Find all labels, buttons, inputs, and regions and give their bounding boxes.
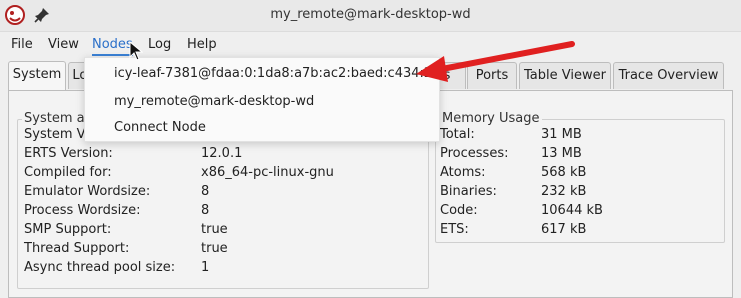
- menu-nodes[interactable]: Nodes: [92, 37, 133, 56]
- row-label: SMP Support:: [24, 222, 112, 237]
- row-value: 1: [201, 260, 210, 275]
- row-label: Async thread pool size:: [24, 260, 176, 275]
- row-value: true: [201, 241, 228, 256]
- memory-usage-group: Memory Usage Total: 31 MB Processes: 13 …: [435, 111, 725, 243]
- row-label: Total:: [440, 127, 475, 142]
- menu-bar: File View Nodes Log Help: [0, 32, 741, 58]
- row-label: Compiled for:: [24, 165, 112, 180]
- row-value: 568 kB: [541, 165, 587, 180]
- row-value: 8: [201, 203, 210, 218]
- row-value: 232 kB: [541, 184, 587, 199]
- group-title: Memory Usage: [440, 111, 542, 126]
- node-item-icy-leaf[interactable]: icy-leaf-7381@fdaa:0:1da8:a7b:ac2:baed:c…: [114, 66, 432, 81]
- row-label: ETS:: [440, 222, 469, 237]
- row-value: 617 kB: [541, 222, 587, 237]
- nodes-dropdown: icy-leaf-7381@fdaa:0:1da8:a7b:ac2:baed:c…: [84, 57, 440, 142]
- title-bar: my_remote@mark-desktop-wd: [0, 0, 741, 32]
- annotation-arrow-icon: [416, 41, 575, 82]
- tab-trace-overview[interactable]: Trace Overview: [613, 62, 724, 89]
- arrow-head: [416, 56, 448, 82]
- row-value: 12.0.1: [201, 146, 243, 161]
- row-label: Processes:: [440, 146, 509, 161]
- menu-file[interactable]: File: [11, 37, 33, 52]
- window-title: my_remote@mark-desktop-wd: [270, 7, 471, 22]
- tab-system[interactable]: System: [8, 61, 66, 90]
- menu-log[interactable]: Log: [148, 37, 171, 52]
- node-item-my-remote[interactable]: my_remote@mark-desktop-wd: [114, 94, 314, 109]
- row-value: 10644 kB: [541, 203, 603, 218]
- row-value: 8: [201, 184, 210, 199]
- row-label: Thread Support:: [24, 241, 130, 256]
- row-value: true: [201, 222, 228, 237]
- row-label: Binaries:: [440, 184, 497, 199]
- row-label: Code:: [440, 203, 478, 218]
- row-label: Emulator Wordsize:: [24, 184, 151, 199]
- arrow-shaft: [439, 41, 575, 72]
- row-label: Process Wordsize:: [24, 203, 141, 218]
- row-value: x86_64-pc-linux-gnu: [201, 165, 334, 180]
- row-value: 31 MB: [541, 127, 582, 142]
- row-label: Atoms:: [440, 165, 486, 180]
- connect-node-item[interactable]: Connect Node: [114, 120, 206, 135]
- menu-view[interactable]: View: [48, 37, 79, 52]
- system-and-architecture-group: System and Architecture System Version: …: [17, 111, 429, 289]
- row-label: ERTS Version:: [24, 146, 113, 161]
- menu-help[interactable]: Help: [187, 37, 217, 52]
- row-value: 13 MB: [541, 146, 582, 161]
- mouse-cursor-icon: [129, 41, 143, 61]
